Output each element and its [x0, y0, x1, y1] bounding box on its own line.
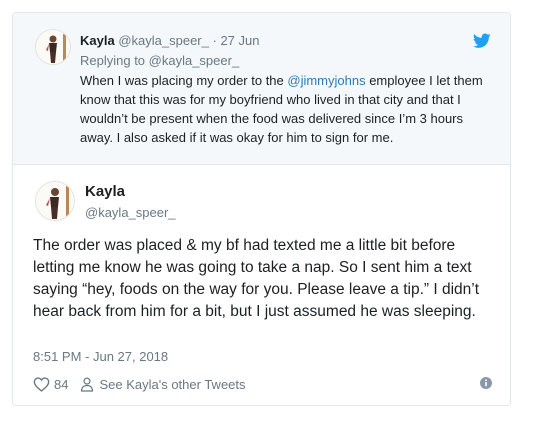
- info-icon[interactable]: [480, 377, 492, 389]
- see-other-tweets-label: See Kayla's other Tweets: [99, 376, 246, 392]
- tweet-date[interactable]: 27 Jun: [220, 33, 259, 48]
- twitter-bird-icon[interactable]: [473, 33, 491, 49]
- tweet-text: The order was placed & my bf had texted …: [33, 237, 480, 320]
- mention-link[interactable]: @jimmyjohns: [287, 73, 365, 88]
- text-before-mention: When I was placing my order to the: [80, 73, 288, 88]
- tweet-timestamp[interactable]: 8:51 PM - Jun 27, 2018: [33, 349, 168, 364]
- like-button[interactable]: 84: [33, 377, 68, 392]
- tweet-actions: 84 See Kayla's other Tweets: [33, 375, 246, 393]
- author-name[interactable]: Kayla: [80, 33, 115, 48]
- author-handle[interactable]: @kayla_speer_: [85, 205, 176, 220]
- person-icon: [81, 377, 94, 392]
- embedded-tweet-card: Kayla @kayla_speer_ · 27 Jun Replying to…: [12, 12, 511, 406]
- see-other-tweets-link[interactable]: See Kayla's other Tweets: [80, 376, 246, 392]
- avatar[interactable]: [35, 29, 71, 65]
- avatar[interactable]: [35, 181, 75, 221]
- author-name[interactable]: Kayla: [85, 183, 125, 200]
- separator: ·: [212, 33, 217, 48]
- heart-icon: [33, 376, 50, 392]
- quoted-tweet-header: Kayla @kayla_speer_ · 27 Jun: [80, 33, 260, 48]
- author-handle[interactable]: @kayla_speer_: [118, 33, 209, 48]
- quoted-tweet[interactable]: Kayla @kayla_speer_ · 27 Jun Replying to…: [13, 13, 510, 165]
- quoted-tweet-text: When I was placing my order to the @jimm…: [80, 71, 490, 147]
- replying-to[interactable]: Replying to @kayla_speer_: [80, 53, 239, 68]
- like-count: 84: [54, 376, 69, 392]
